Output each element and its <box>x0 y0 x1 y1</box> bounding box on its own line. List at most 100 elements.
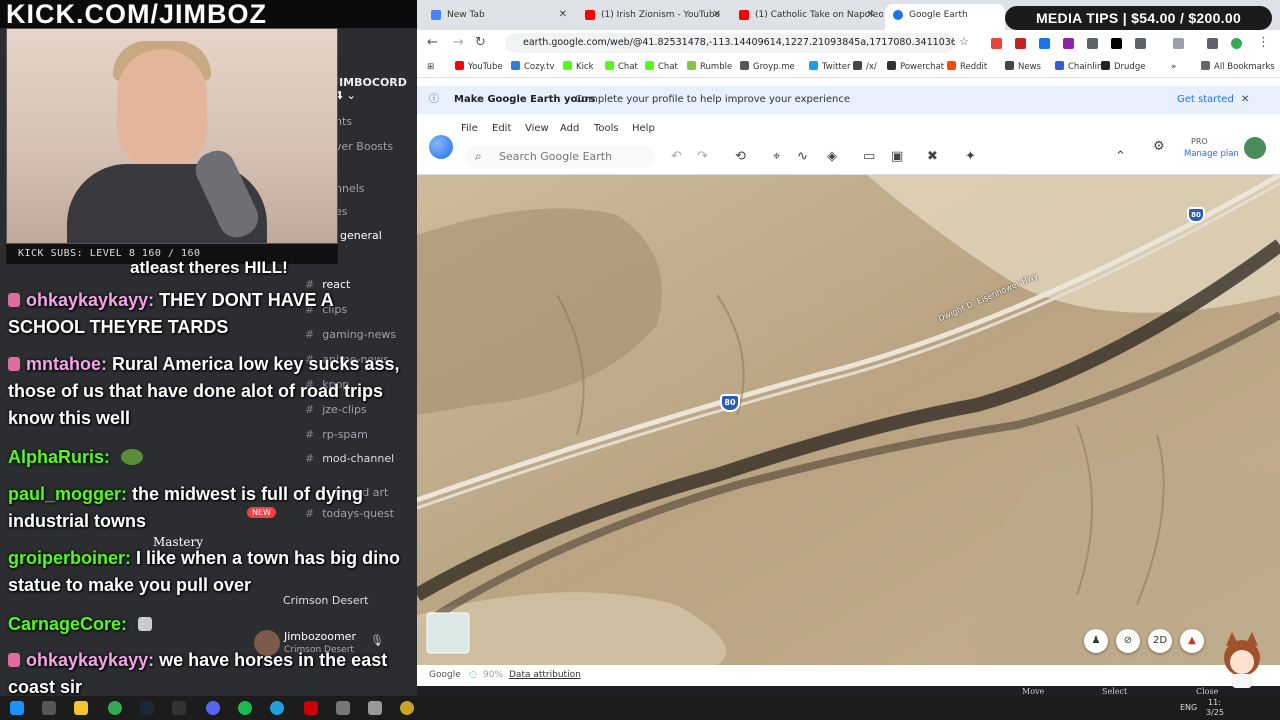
bookmark-powerchat[interactable]: Powerchat <box>887 60 944 74</box>
clock-date[interactable]: 3/25 <box>1206 708 1224 718</box>
file-explorer-icon[interactable] <box>74 701 88 715</box>
google-earth-logo[interactable] <box>429 135 453 159</box>
settings-gear-icon[interactable]: ⚙ <box>1153 139 1165 154</box>
extension-icon[interactable] <box>1039 38 1050 49</box>
language-indicator[interactable]: ENG <box>1180 703 1197 713</box>
puzzle-icon[interactable] <box>1135 38 1146 49</box>
bookmark-groyp[interactable]: Groyp.me <box>740 60 795 74</box>
notice-body: Complete your profile to help improve yo… <box>575 94 851 105</box>
tab-youtube-1[interactable]: (1) Irish Zionism - YouTube ✕ <box>577 4 729 30</box>
menu-help[interactable]: Help <box>632 123 655 134</box>
satellite-map[interactable]: 80 80 Dwight D. Eisenhower Hwy ♟ ⊘ 2D ▲ <box>417 175 1280 665</box>
bookmark-twitter[interactable]: Twitter <box>809 60 851 74</box>
close-icon[interactable]: ✕ <box>559 4 567 26</box>
bookmark-drudge[interactable]: Drudge <box>1101 60 1145 74</box>
back-icon[interactable]: ← <box>427 35 438 50</box>
all-bookmarks[interactable]: All Bookmarks <box>1201 60 1275 74</box>
spotify-icon[interactable] <box>238 701 252 715</box>
compass-icon[interactable]: ▲ <box>1180 629 1204 653</box>
chat-message: AlphaRuris: <box>8 444 413 471</box>
bookmark-kick[interactable]: Kick <box>563 60 594 74</box>
location-off-icon[interactable]: ⊘ <box>1116 629 1140 653</box>
view-2d-button[interactable]: 2D <box>1148 629 1172 653</box>
redo-icon[interactable]: ↷ <box>697 149 708 164</box>
bookmark-cozy[interactable]: Cozy.tv <box>511 60 554 74</box>
image-icon[interactable]: ▣ <box>891 149 903 164</box>
close-icon[interactable]: ✕ <box>867 4 875 26</box>
history-icon[interactable]: ⟲ <box>735 149 746 164</box>
chevron-up-icon[interactable]: ⌃ <box>1115 149 1126 164</box>
tab-new-tab[interactable]: New Tab ✕ <box>423 4 575 30</box>
bookmark-rumble[interactable]: Rumble <box>687 60 732 74</box>
bookmark-youtube[interactable]: YouTube <box>455 60 503 74</box>
telegram-icon[interactable] <box>270 701 284 715</box>
terminal-icon[interactable] <box>172 701 186 715</box>
search-placeholder: Search Google Earth <box>499 150 613 163</box>
bookmark-x[interactable]: /x/ <box>853 60 877 74</box>
get-started-link[interactable]: Get started <box>1177 86 1234 114</box>
tab-youtube-2[interactable]: (1) Catholic Take on Napoleon ✕ <box>731 4 883 30</box>
discord-item[interactable]: ver Boosts <box>335 137 393 157</box>
menu-tools[interactable]: Tools <box>594 123 619 134</box>
search-input[interactable]: Search Google Earth <box>465 146 655 168</box>
extension-icon[interactable] <box>1015 38 1026 49</box>
steam-icon[interactable] <box>140 701 154 715</box>
app-icon[interactable] <box>304 701 318 715</box>
bookmark-chainlink[interactable]: Chainlink <box>1055 60 1107 74</box>
username: Jimbozoomer <box>284 630 356 643</box>
pegman-icon[interactable]: ♟ <box>1084 629 1108 653</box>
apps-icon[interactable]: ⊞ <box>427 60 434 74</box>
data-attribution-link[interactable]: Data attribution <box>509 665 581 686</box>
chrome-icon[interactable] <box>108 701 122 715</box>
layers-icon[interactable]: ◈ <box>827 149 837 164</box>
close-icon[interactable]: ✕ <box>713 4 721 26</box>
url-field[interactable]: earth.google.com/web/@41.82531478,-113.1… <box>505 33 955 53</box>
channel-general[interactable]: general <box>340 226 382 246</box>
avatar[interactable] <box>254 630 280 656</box>
menu-edit[interactable]: Edit <box>492 123 511 134</box>
menu-file[interactable]: File <box>461 123 478 134</box>
user-status: Crimson Desert <box>284 645 354 655</box>
bookmark-chat[interactable]: Chat <box>645 60 678 74</box>
extension-icon[interactable] <box>991 38 1002 49</box>
clock-time[interactable]: 11: <box>1208 698 1221 708</box>
discord-category[interactable]: nnels <box>335 179 365 199</box>
placemark-icon[interactable]: ⌖ <box>773 149 780 164</box>
app-icon[interactable] <box>400 701 414 715</box>
measure-icon[interactable]: ▭ <box>863 149 875 164</box>
bookmark-news[interactable]: News <box>1005 60 1041 74</box>
profile-avatar[interactable] <box>1231 38 1242 49</box>
mic-icon[interactable]: 🎙 <box>370 634 384 647</box>
app-icon[interactable] <box>368 701 382 715</box>
kebab-menu-icon[interactable]: ⋮ <box>1257 35 1270 50</box>
undo-icon[interactable]: ↶ <box>671 149 682 164</box>
x-icon[interactable] <box>1111 38 1122 49</box>
close-icon[interactable]: ✕ <box>1241 86 1249 114</box>
star-icon[interactable]: ☆ <box>959 35 969 48</box>
info-icon: ⓘ <box>429 94 439 105</box>
forward-icon[interactable]: → <box>453 35 464 50</box>
bookmark-chat[interactable]: Chat <box>605 60 638 74</box>
bookmarks-bar: ⊞ YouTube Cozy.tv Kick Chat Chat Rumble … <box>417 56 1280 78</box>
download-icon[interactable] <box>1207 38 1218 49</box>
menu-view[interactable]: View <box>525 123 549 134</box>
app-icon[interactable] <box>336 701 350 715</box>
manage-plan-link[interactable]: Manage plan <box>1184 149 1239 159</box>
chevron-right-icon[interactable]: » <box>1171 60 1176 74</box>
account-avatar[interactable] <box>1244 137 1266 159</box>
task-view-icon[interactable] <box>42 701 56 715</box>
bookmark-reddit[interactable]: Reddit <box>947 60 987 74</box>
extension-icon[interactable] <box>1063 38 1074 49</box>
sidebar-icon[interactable] <box>1173 38 1184 49</box>
discord-icon[interactable] <box>206 701 220 715</box>
gemini-icon[interactable]: ✦ <box>965 149 976 164</box>
path-icon[interactable]: ∿ <box>797 149 808 164</box>
reload-icon[interactable]: ↻ <box>475 35 486 50</box>
discord-server-name[interactable]: JIMBOCORD 4 ⌄ <box>335 76 417 102</box>
menu-add[interactable]: Add <box>560 123 579 134</box>
extension-icon[interactable] <box>1087 38 1098 49</box>
tools-icon[interactable]: ✖ <box>927 149 938 164</box>
start-icon[interactable] <box>10 701 24 715</box>
webcam-feed <box>6 28 338 244</box>
tab-google-earth[interactable]: Google Earth <box>885 4 1005 30</box>
